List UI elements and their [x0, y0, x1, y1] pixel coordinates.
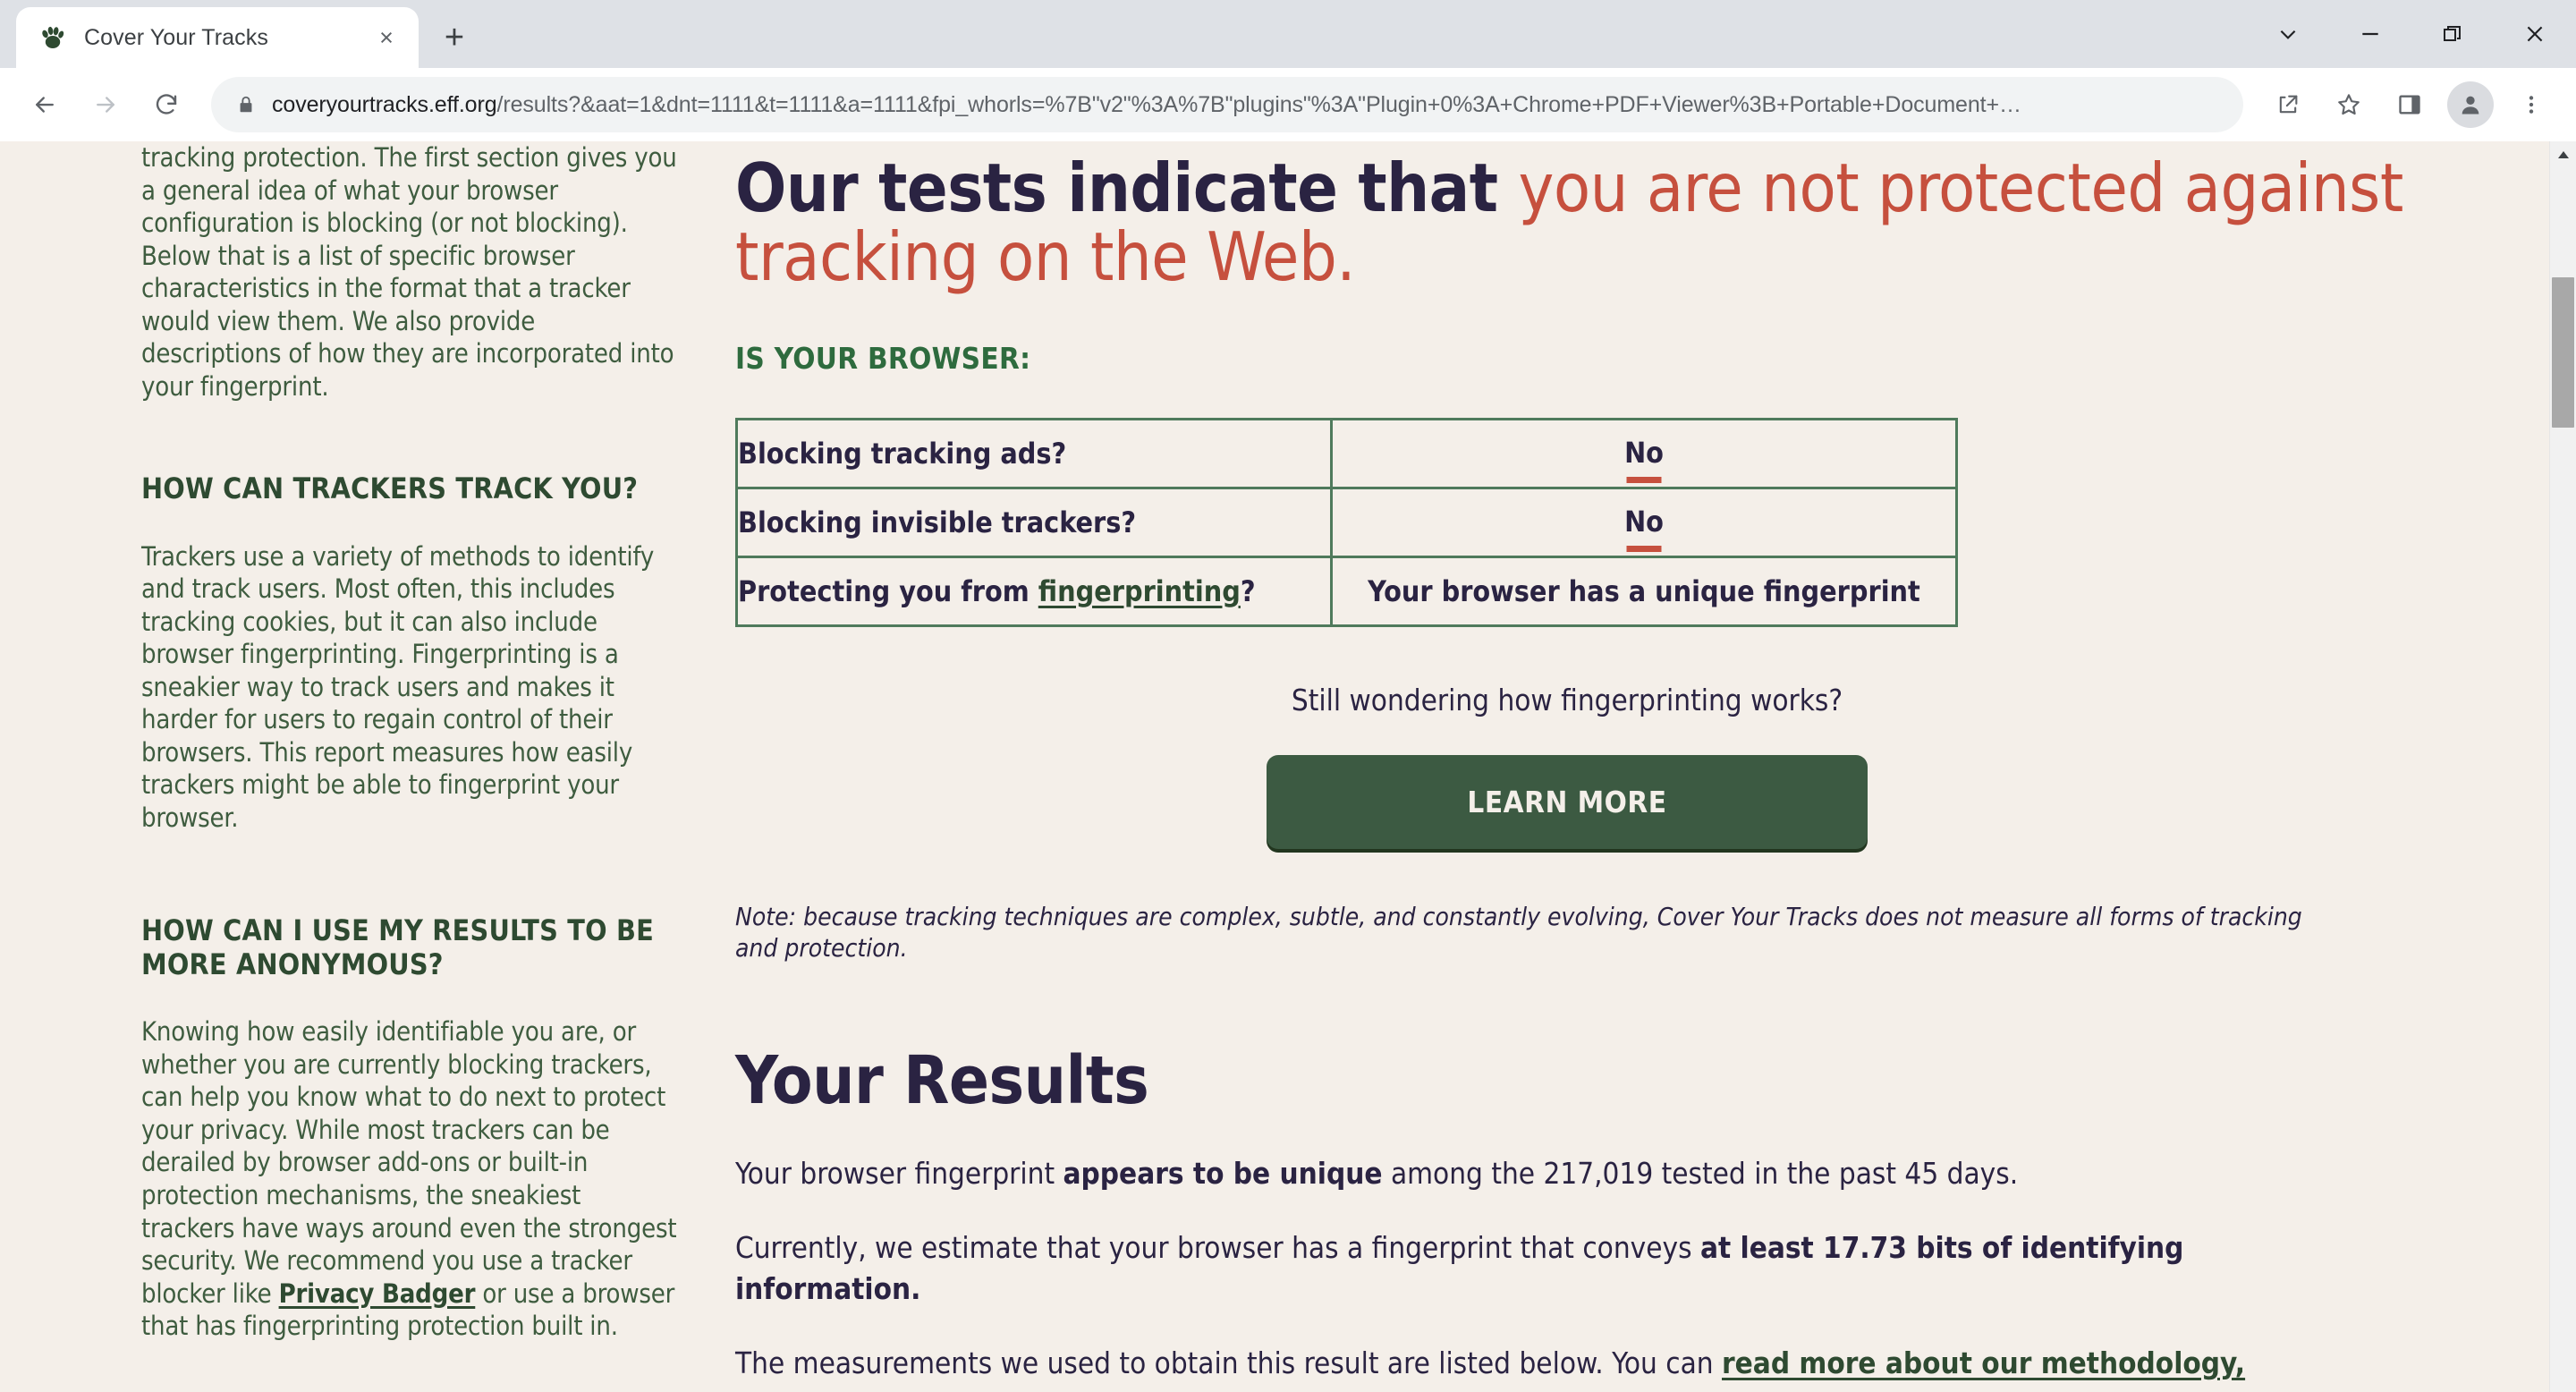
- results-paragraph-uniqueness: Your browser fingerprint appears to be u…: [735, 1153, 2377, 1194]
- para1-after: tested in the past 45 days.: [1653, 1155, 2019, 1191]
- scrollbar-thumb[interactable]: [2552, 277, 2574, 428]
- three-dot-menu-icon[interactable]: [2503, 76, 2560, 133]
- back-arrow-icon[interactable]: [16, 76, 73, 133]
- minimize-icon[interactable]: [2329, 0, 2411, 68]
- sidebar-body-anonymous-before: Knowing how easily identifiable you are,…: [141, 1016, 677, 1309]
- restore-icon[interactable]: [2411, 0, 2494, 68]
- table-cell-question: Blocking tracking ads?: [735, 417, 1333, 489]
- sidebar-intro-paragraph: tracking protection. The first section g…: [141, 142, 677, 402]
- learn-more-button[interactable]: LEARN MORE: [1267, 754, 1868, 849]
- question-suffix: ?: [1240, 573, 1256, 608]
- headline-prefix: Our tests indicate that: [735, 149, 1519, 227]
- lock-icon: [236, 95, 256, 115]
- avatar[interactable]: [2447, 81, 2494, 128]
- answer-value: No: [1624, 435, 1664, 470]
- browser-toolbar: coveryourtracks.eff.org/results?&aat=1&d…: [0, 68, 2576, 141]
- fingerprinting-link[interactable]: fingerprinting: [1038, 574, 1241, 608]
- answer-value: No: [1624, 504, 1664, 539]
- table-cell-answer: Your browser has a unique fingerprint: [1330, 555, 1958, 627]
- privacy-badger-link[interactable]: Privacy Badger: [279, 1278, 476, 1309]
- page-main: Our tests indicate that you are not prot…: [680, 141, 2576, 1392]
- url-host: coveryourtracks.eff.org: [272, 91, 497, 117]
- para1-mid: among the: [1382, 1155, 1544, 1191]
- reload-icon[interactable]: [138, 76, 195, 133]
- page-headline: Our tests indicate that you are not prot…: [735, 153, 2478, 293]
- table-row: Blocking tracking ads? No: [735, 417, 1958, 489]
- chevron-down-icon[interactable]: [2247, 0, 2329, 68]
- table-cell-answer: No: [1330, 486, 1958, 558]
- url-path: /results?&aat=1&dnt=1111&t=1111&a=1111&f…: [496, 91, 2021, 117]
- para3-before: The measurements we used to obtain this …: [735, 1345, 1723, 1381]
- window-controls: [2247, 0, 2576, 68]
- address-bar[interactable]: coveryourtracks.eff.org/results?&aat=1&d…: [211, 77, 2243, 132]
- para1-bold: appears to be unique: [1063, 1155, 1383, 1191]
- url-text: coveryourtracks.eff.org/results?&aat=1&d…: [272, 92, 2218, 118]
- para1-before: Your browser fingerprint: [735, 1155, 1063, 1191]
- para2-before: Currently, we estimate that your browser…: [735, 1230, 1700, 1266]
- results-paragraph-bits: Currently, we estimate that your browser…: [735, 1227, 2377, 1309]
- disclaimer-note: Note: because tracking techniques are co…: [735, 901, 2302, 963]
- table-cell-question: Protecting you from fingerprinting?: [735, 555, 1333, 627]
- browser-window: Cover Your Tracks × + coveryourtracks.ef…: [0, 0, 2576, 1392]
- table-row: Blocking invisible trackers? No: [735, 486, 1958, 558]
- share-icon[interactable]: [2259, 76, 2317, 133]
- table-row: Protecting you from fingerprinting? Your…: [735, 555, 1958, 627]
- para3-after: .: [1721, 1387, 1729, 1392]
- sub-question-text: Still wondering how fingerprinting works…: [1291, 682, 1843, 717]
- close-icon[interactable]: [2494, 0, 2576, 68]
- your-results-heading: Your Results: [735, 1041, 1149, 1119]
- side-panel-icon[interactable]: [2381, 76, 2438, 133]
- scroll-up-arrow-icon[interactable]: [2550, 141, 2576, 168]
- tab-strip: Cover Your Tracks × +: [0, 0, 2576, 68]
- tested-count: 217,019: [1543, 1155, 1654, 1191]
- browser-protection-table: Blocking tracking ads? No Blocking invis…: [735, 417, 1958, 627]
- results-paragraph-methodology: The measurements we used to obtain this …: [735, 1343, 2377, 1392]
- star-icon[interactable]: [2320, 76, 2377, 133]
- close-tab-icon[interactable]: ×: [367, 18, 406, 57]
- paw-print-icon: [38, 22, 68, 53]
- section-label-is-your-browser: IS YOUR BROWSER:: [735, 340, 1031, 376]
- sidebar-body-trackers: Trackers use a variety of methods to ide…: [141, 540, 655, 833]
- table-cell-question: Blocking invisible trackers?: [735, 486, 1333, 558]
- table-cell-answer: No: [1330, 417, 1958, 489]
- forward-arrow-icon[interactable]: [77, 76, 134, 133]
- sidebar-heading-anonymous: HOW CAN I USE MY RESULTS TO BE MORE ANON…: [141, 913, 655, 981]
- tab-title: Cover Your Tracks: [84, 24, 268, 50]
- sidebar-heading-trackers: HOW CAN TRACKERS TRACK YOU?: [141, 471, 639, 506]
- sidebar-body-anonymous: Knowing how easily identifiable you are,…: [141, 1015, 680, 1342]
- browser-tab[interactable]: Cover Your Tracks ×: [16, 7, 419, 68]
- new-tab-button[interactable]: +: [429, 13, 479, 63]
- page-scrollbar[interactable]: [2549, 141, 2576, 1392]
- question-prefix: Protecting you from: [738, 573, 1038, 608]
- page-viewport: tracking protection. The first section g…: [0, 141, 2576, 1392]
- page-sidebar: tracking protection. The first section g…: [0, 141, 680, 1392]
